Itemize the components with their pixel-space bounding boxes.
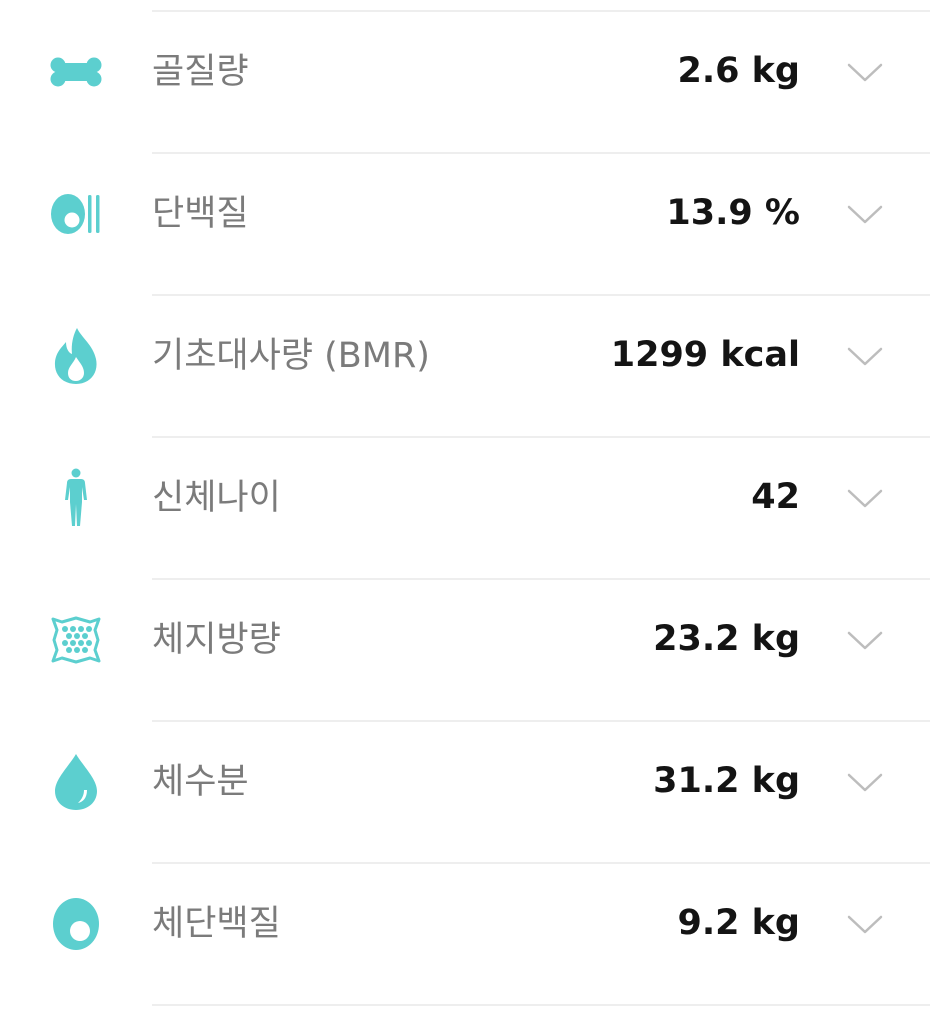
metric-value: 9.2 kg (677, 903, 800, 943)
metric-row-body-protein[interactable]: 체단백질 9.2 kg (0, 864, 930, 1004)
metric-row-bone-mass[interactable]: 골질량 2.6 kg (0, 12, 930, 152)
metric-value: 2.6 kg (677, 51, 800, 91)
body-protein-icon (46, 894, 106, 954)
metric-label: 체수분 (152, 762, 249, 802)
metric-row-bmr[interactable]: 기초대사량 (BMR) 1299 kcal (0, 296, 930, 436)
body-figure-icon (46, 468, 106, 528)
metric-label: 체단백질 (152, 904, 281, 944)
metric-label: 체지방량 (152, 620, 281, 660)
metric-label: 단백질 (152, 194, 249, 234)
flame-icon (46, 326, 106, 386)
metric-value: 1299 kcal (610, 335, 800, 375)
chevron-down-icon[interactable] (844, 622, 886, 658)
chevron-down-icon[interactable] (844, 480, 886, 516)
metric-row-protein[interactable]: 단백질 13.9 % (0, 154, 930, 294)
divider (152, 1004, 930, 1006)
chevron-down-icon[interactable] (844, 196, 886, 232)
metric-row-body-water[interactable]: 체수분 31.2 kg (0, 722, 930, 862)
bone-icon (46, 42, 106, 102)
metric-label: 골질량 (152, 52, 249, 92)
metric-label: 기초대사량 (BMR) (152, 336, 430, 376)
body-composition-list: 골질량 2.6 kg 단백질 13.9 % 기초대사량 (BMR) 1299 k… (0, 0, 930, 1012)
protein-icon (46, 184, 106, 244)
fat-cells-icon (46, 610, 106, 670)
chevron-down-icon[interactable] (844, 54, 886, 90)
metric-value: 23.2 kg (653, 619, 800, 659)
metric-value: 31.2 kg (653, 761, 800, 801)
chevron-down-icon[interactable] (844, 764, 886, 800)
chevron-down-icon[interactable] (844, 906, 886, 942)
water-drop-icon (46, 752, 106, 812)
metric-value: 13.9 % (666, 193, 800, 233)
metric-label: 신체나이 (152, 478, 281, 518)
metric-row-body-age[interactable]: 신체나이 42 (0, 438, 930, 578)
metric-value: 42 (751, 477, 800, 517)
metric-row-body-fat-mass[interactable]: 체지방량 23.2 kg (0, 580, 930, 720)
chevron-down-icon[interactable] (844, 338, 886, 374)
